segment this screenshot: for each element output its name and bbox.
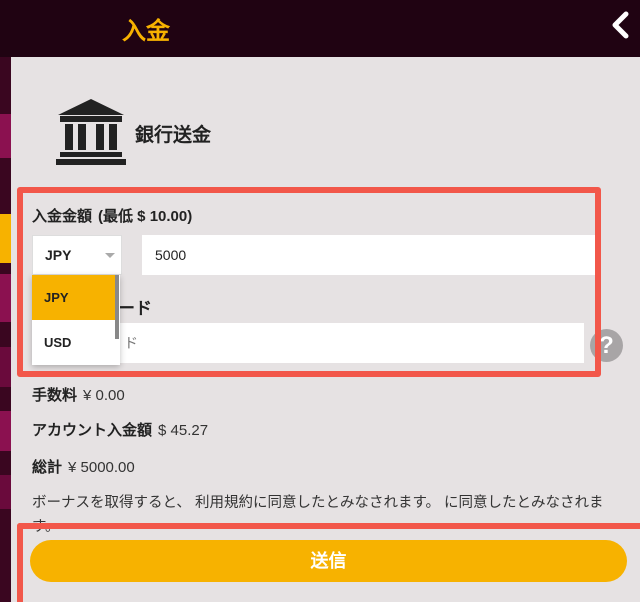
total-label: 総計 xyxy=(32,459,63,476)
account-deposit-row: アカウント入金額 $ 45.27 xyxy=(32,419,208,440)
page-title: 入金 xyxy=(122,18,170,45)
account-deposit-value: $ 45.27 xyxy=(158,422,209,439)
fee-row: 手数料 ¥ 0.00 xyxy=(32,384,125,405)
fee-value: ¥ 0.00 xyxy=(83,387,125,404)
background-edge xyxy=(0,57,11,602)
header-bar: 入金 xyxy=(0,0,640,57)
bank-icon xyxy=(56,99,126,165)
account-deposit-label: アカウント入金額 xyxy=(32,422,153,439)
fee-label: 手数料 xyxy=(32,387,78,404)
highlight-box-amount xyxy=(17,187,601,377)
payment-method-label: 銀行送金 xyxy=(135,125,212,146)
highlight-box-submit xyxy=(17,523,640,602)
chevron-left-icon[interactable] xyxy=(606,8,634,42)
total-value: ¥ 5000.00 xyxy=(68,459,135,476)
total-row: 総計 ¥ 5000.00 xyxy=(32,456,135,477)
